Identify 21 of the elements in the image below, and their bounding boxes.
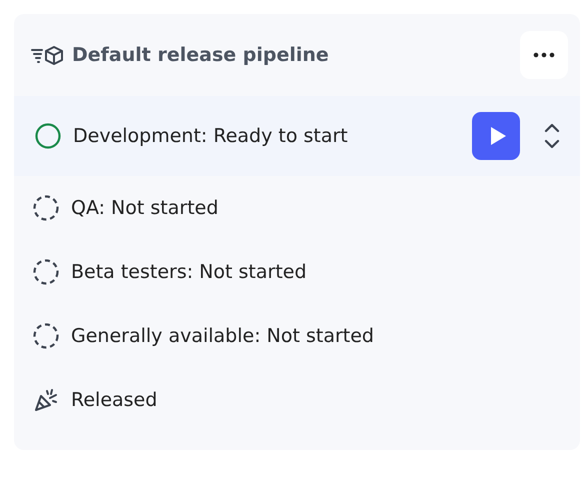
stage-label: QA: Not started [71, 197, 220, 219]
party-popper-icon [33, 387, 59, 413]
stage-label: Released [71, 389, 158, 411]
stage-label: Generally available: Not started [71, 325, 375, 347]
stage-row[interactable]: Released [14, 368, 580, 432]
stage-row[interactable]: QA: Not started [14, 176, 580, 240]
pipeline-title: Default release pipeline [72, 44, 330, 66]
stage-row[interactable]: Development: Ready to start [14, 96, 580, 176]
dashed-circle-icon [33, 323, 59, 349]
dashed-circle-icon [33, 195, 59, 221]
expand-collapse-icon[interactable] [544, 123, 560, 149]
more-button[interactable] [520, 31, 568, 79]
play-icon [489, 126, 507, 146]
stage-label: Development: Ready to start [73, 125, 349, 147]
stage-label: Beta testers: Not started [71, 261, 308, 283]
stage-row[interactable]: Beta testers: Not started [14, 240, 580, 304]
status-circle-icon [35, 123, 61, 149]
stage-row[interactable]: Generally available: Not started [14, 304, 580, 368]
play-button[interactable] [472, 112, 520, 160]
dashed-circle-icon [33, 259, 59, 285]
more-icon [533, 52, 555, 58]
